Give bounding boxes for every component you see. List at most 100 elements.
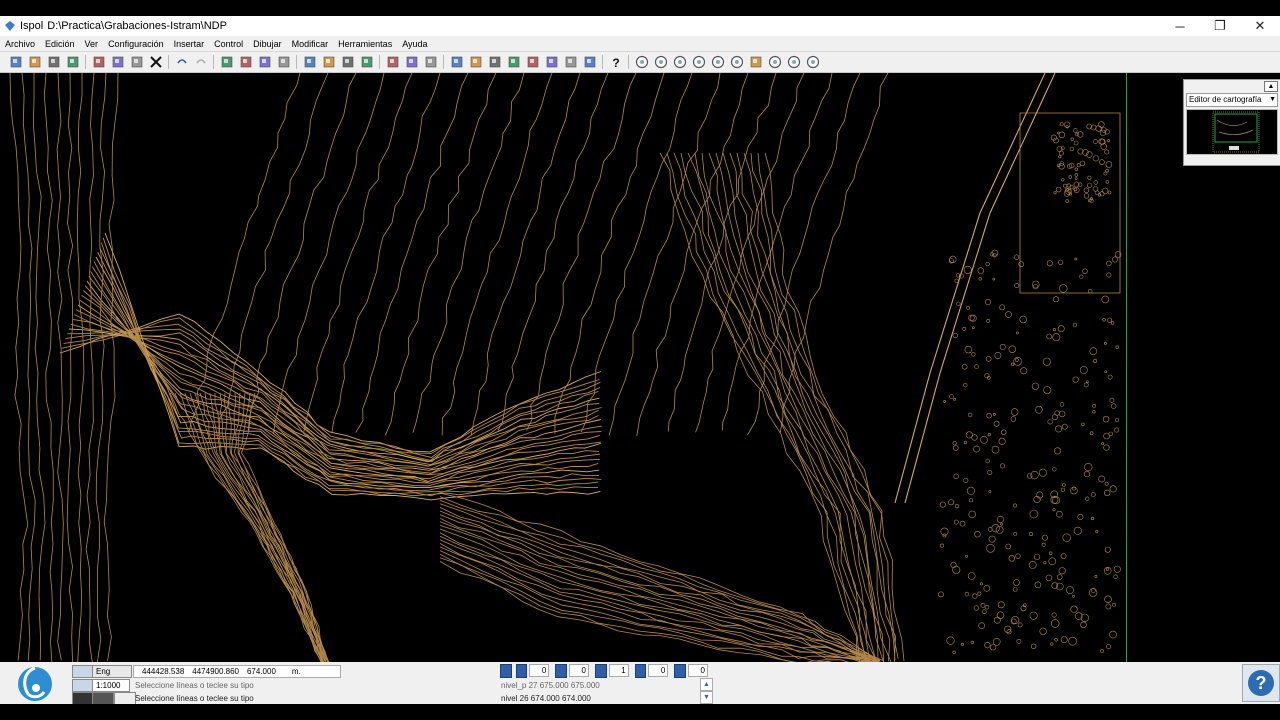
tool-d-icon[interactable] [449, 54, 465, 70]
menu-archivo[interactable]: Archivo [0, 39, 40, 49]
menu-ver[interactable]: Ver [80, 39, 104, 49]
vegetation-mark [956, 301, 961, 306]
layer-filter-icon[interactable] [515, 663, 528, 678]
select-window-icon[interactable] [219, 54, 235, 70]
layer-value-4[interactable]: 0 [648, 664, 669, 677]
tool-c-icon[interactable] [423, 54, 439, 70]
zoom-close-icon[interactable] [805, 54, 821, 70]
collapse-up-button[interactable]: ▲ [1264, 80, 1278, 92]
zoom-center-icon[interactable] [786, 54, 802, 70]
layer-pick-icon[interactable] [500, 663, 512, 678]
help-cursor-icon[interactable]: ? [608, 54, 624, 70]
layer-value-3[interactable]: 1 [608, 664, 629, 677]
swap-icon[interactable] [674, 663, 686, 678]
vegetation-mark [1059, 402, 1065, 407]
vegetation-mark [1105, 603, 1112, 610]
select-window3-icon[interactable] [257, 54, 273, 70]
zoom-out-icon[interactable] [710, 54, 726, 70]
text-d-icon[interactable] [359, 54, 375, 70]
delete-icon[interactable] [148, 54, 164, 70]
vegetation-mark [971, 326, 975, 329]
vegetation-mark [1043, 386, 1052, 394]
copy-icon[interactable] [110, 54, 126, 70]
pan-icon[interactable] [748, 54, 764, 70]
zoom-all-icon[interactable] [767, 54, 783, 70]
command-prompt[interactable]: Seleccione líneas o teclee su tipo [135, 694, 254, 703]
restore-button[interactable]: ❐ [1200, 16, 1240, 36]
minimize-button[interactable]: ─ [1160, 16, 1200, 36]
tool-e-icon[interactable] [525, 54, 541, 70]
text-a-icon[interactable] [302, 54, 318, 70]
snap-mode-label[interactable]: Eng Libre [92, 665, 132, 687]
zoom-prev-icon[interactable] [634, 54, 650, 70]
menu-configuracion[interactable]: Configuración [103, 39, 169, 49]
snap-icon[interactable] [72, 665, 94, 678]
new-file-icon[interactable] [8, 54, 24, 70]
menu-insertar[interactable]: Insertar [169, 39, 210, 49]
vegetation-mark [1051, 612, 1057, 618]
select-list-icon[interactable] [276, 54, 292, 70]
print-icon[interactable] [65, 54, 81, 70]
text-b-icon[interactable] [321, 54, 337, 70]
vegetation-mark [1029, 611, 1038, 620]
vegetation-mark [1065, 199, 1069, 203]
zoom-rotate-icon[interactable] [691, 54, 707, 70]
tree-icon[interactable] [563, 54, 579, 70]
vegetation-mark [1028, 560, 1037, 569]
mode-select[interactable]: Editor de cartografía ▼ [1186, 93, 1278, 107]
menu-edicion[interactable]: Edición [40, 39, 80, 49]
vegetation-mark [1103, 171, 1108, 176]
tool-a-icon[interactable] [385, 54, 401, 70]
menu-ayuda[interactable]: Ayuda [397, 39, 432, 49]
layer-value-2[interactable]: 0 [568, 664, 589, 677]
vegetation-mark [1063, 183, 1068, 188]
drawing-canvas[interactable] [0, 73, 1126, 662]
menu-dibujar[interactable]: Dibujar [248, 39, 287, 49]
vegetation-mark [968, 498, 973, 503]
paste-icon[interactable] [129, 54, 145, 70]
help-button[interactable]: ? [1242, 664, 1280, 702]
text-c-icon[interactable] [340, 54, 356, 70]
level-icon[interactable] [594, 663, 607, 678]
select-window2-icon[interactable] [238, 54, 254, 70]
contour-line [385, 73, 497, 436]
copy-frame-icon[interactable] [544, 54, 560, 70]
scale-field[interactable]: 1:1000 [92, 679, 130, 692]
line-pick-icon[interactable] [555, 663, 567, 678]
copy-frame-icon-glyph [546, 56, 557, 68]
layer-value-5[interactable]: 0 [687, 664, 708, 677]
vegetation-mark [1105, 567, 1110, 571]
palette-icon[interactable] [582, 54, 598, 70]
vegetation-mark [1056, 574, 1063, 580]
text-style-icon[interactable] [634, 663, 647, 678]
zoom-window-icon[interactable] [672, 54, 688, 70]
tool-b-icon[interactable] [404, 54, 420, 70]
overview-minimap[interactable] [1186, 109, 1278, 155]
vegetation-mark [946, 636, 955, 645]
scale-icon[interactable] [72, 679, 94, 692]
contour-line [412, 73, 525, 433]
level-current: nivel 26 674.000 674.000 [501, 694, 591, 703]
redo-icon[interactable] [193, 54, 209, 70]
image-icon[interactable] [468, 54, 484, 70]
menu-modificar[interactable]: Modificar [287, 39, 334, 49]
zoom-extents-icon[interactable] [729, 54, 745, 70]
menu-control[interactable]: Control [209, 39, 248, 49]
open-folder-icon[interactable] [27, 54, 43, 70]
zoom-in-icon[interactable] [653, 54, 669, 70]
contour-line [708, 152, 879, 660]
cut-icon[interactable] [91, 54, 107, 70]
toolbar-separator [443, 55, 444, 69]
send-icon[interactable] [487, 54, 503, 70]
close-button[interactable]: ✕ [1240, 16, 1280, 36]
save-icon[interactable] [46, 54, 62, 70]
vegetation-mark [1107, 190, 1112, 195]
scroll-down-icon[interactable]: ▼ [700, 691, 713, 704]
undo-icon[interactable] [174, 54, 190, 70]
menu-herramientas[interactable]: Herramientas [333, 39, 397, 49]
pencil-icon[interactable] [506, 54, 522, 70]
layer-value-1[interactable]: 0 [529, 664, 550, 677]
vegetation-mark [1110, 321, 1115, 325]
contour-line [9, 73, 29, 661]
scroll-up-icon[interactable]: ▲ [700, 678, 713, 691]
